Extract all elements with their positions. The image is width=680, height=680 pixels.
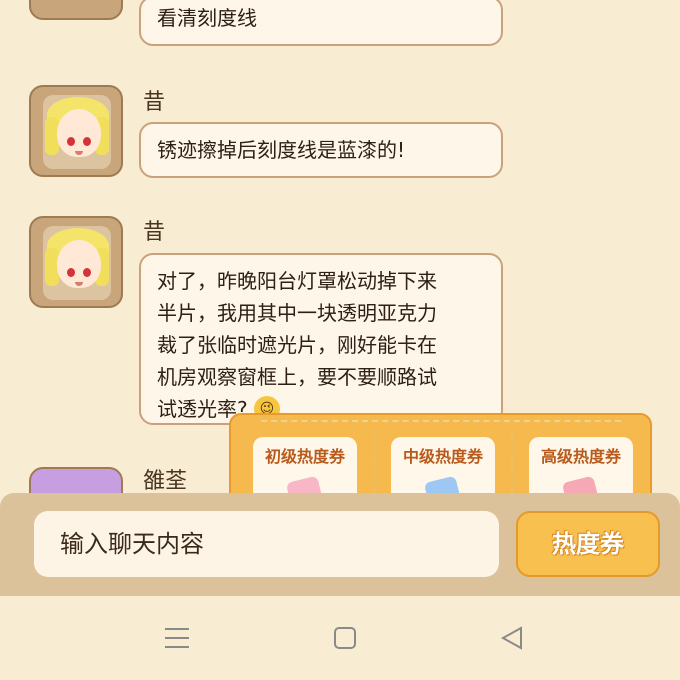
sender-name: 昔 xyxy=(143,90,166,115)
menu-icon[interactable] xyxy=(164,626,190,650)
input-bar: 输入聊天内容 热度券 xyxy=(0,493,680,596)
ticket-label: 高级热度券 xyxy=(540,447,621,466)
message-text-line: 半片，我用其中一块透明亚克力 xyxy=(157,301,437,325)
eye xyxy=(67,268,75,277)
back-triangle-icon[interactable] xyxy=(500,626,524,650)
avatar[interactable] xyxy=(29,0,123,20)
face xyxy=(57,109,101,157)
chat-input[interactable]: 输入聊天内容 xyxy=(34,511,499,577)
message-text-line: 机房观察窗框上，要不要顺路试 xyxy=(157,365,437,389)
square-icon[interactable] xyxy=(333,626,357,650)
message-bubble: 锈迹擦掉后刻度线是蓝漆的! xyxy=(139,122,503,178)
message-text-line: 裁了张临时遮光片，刚好能卡在 xyxy=(157,333,437,357)
ticket-label: 中级热度券 xyxy=(402,447,483,466)
message-text-line: 看清刻度线 xyxy=(157,6,257,30)
face xyxy=(57,240,101,288)
message-text-line: 锈迹擦掉后刻度线是蓝漆的! xyxy=(157,138,406,162)
eye xyxy=(83,137,91,146)
divider xyxy=(261,420,621,422)
eye xyxy=(67,137,75,146)
avatar[interactable] xyxy=(29,85,123,177)
avatar-image xyxy=(43,95,111,169)
sender-name: 雒荃 xyxy=(143,469,188,494)
avatar[interactable] xyxy=(29,216,123,308)
eye xyxy=(83,268,91,277)
avatar-image xyxy=(43,226,111,300)
heat-ticket-button[interactable]: 热度券 xyxy=(516,511,660,577)
message-bubble: 看清刻度线 xyxy=(139,0,503,46)
message-text-line: 对了，昨晚阳台灯罩松动掉下来 xyxy=(157,269,437,293)
ticket-label: 初级热度券 xyxy=(264,447,345,466)
message-bubble: 对了，昨晚阳台灯罩松动掉下来 半片，我用其中一块透明亚克力 裁了张临时遮光片，刚… xyxy=(139,253,503,425)
sender-name: 昔 xyxy=(143,220,166,245)
system-nav-bar xyxy=(0,596,680,680)
